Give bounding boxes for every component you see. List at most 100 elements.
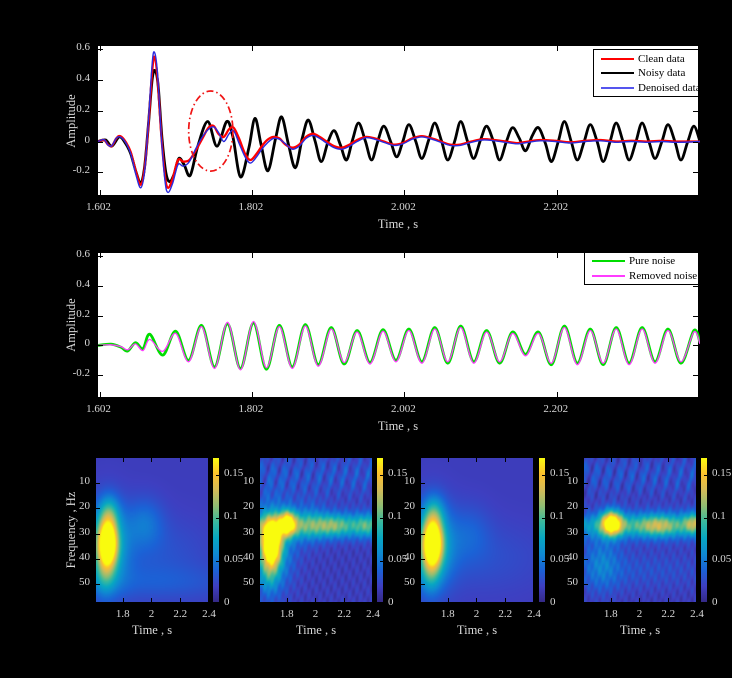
legend-item: Noisy data <box>594 67 698 79</box>
x-tick-label: 2 <box>313 608 319 621</box>
x-axis-label-time-scalogram: Time , s <box>620 623 660 638</box>
colorbar-tick-label: 0.05 <box>712 553 731 566</box>
x-tick-mark <box>151 598 152 602</box>
x-tick-label: 1.8 <box>604 608 618 621</box>
y-tick-label: 20 <box>79 500 90 513</box>
x-tick-label: 1.802 <box>239 403 264 416</box>
y-tick-mark <box>584 534 588 535</box>
colorbar-tick-label: 0.1 <box>224 510 238 523</box>
y-tick-mark <box>421 508 425 509</box>
y-tick-label: 0.6 <box>76 248 90 261</box>
colorbar-tick-mark <box>704 475 707 476</box>
x-tick-mark <box>344 598 345 602</box>
x-tick-mark <box>476 458 477 462</box>
y-tick-mark <box>693 142 698 143</box>
x-tick-label: 2 <box>637 608 643 621</box>
x-tick-mark <box>557 253 558 258</box>
y-tick-mark <box>693 375 698 376</box>
x-tick-mark <box>252 190 253 195</box>
x-tick-mark <box>287 598 288 602</box>
y-tick-label: 30 <box>567 526 578 539</box>
colorbar-tick-mark <box>216 603 219 604</box>
x-tick-mark <box>209 458 210 462</box>
colorbar-tick-mark <box>704 518 707 519</box>
scalogram-image <box>421 458 533 602</box>
y-tick-label: 10 <box>404 475 415 488</box>
y-tick-mark <box>693 316 698 317</box>
x-tick-label: 2.2 <box>498 608 512 621</box>
x-tick-mark <box>639 598 640 602</box>
y-tick-mark <box>693 286 698 287</box>
y-tick-label: 10 <box>243 475 254 488</box>
y-tick-label: 30 <box>243 526 254 539</box>
x-tick-mark <box>404 253 405 258</box>
legend-line-sample <box>601 87 634 89</box>
y-tick-mark <box>260 584 264 585</box>
colorbar <box>376 457 384 603</box>
y-tick-label: 0 <box>85 134 91 147</box>
x-axis-label-time-scalogram: Time , s <box>457 623 497 638</box>
x-tick-label: 1.802 <box>239 201 264 214</box>
legend-noise: Pure noiseRemoved noise <box>584 252 699 285</box>
x-tick-label: 2 <box>149 608 155 621</box>
y-tick-label: 10 <box>79 475 90 488</box>
y-tick-mark <box>96 483 100 484</box>
y-tick-mark <box>421 483 425 484</box>
colorbar-tick-label: 0.05 <box>224 553 243 566</box>
y-tick-label: 20 <box>404 500 415 513</box>
y-tick-mark <box>584 508 588 509</box>
x-tick-mark <box>252 253 253 258</box>
y-tick-label: 0.4 <box>76 278 90 291</box>
colorbar <box>700 457 708 603</box>
x-tick-mark <box>639 458 640 462</box>
colorbar-tick-label: 0 <box>550 596 556 609</box>
legend-label: Pure noise <box>629 255 675 267</box>
x-axis-label-time-top: Time , s <box>378 217 418 232</box>
y-tick-mark <box>421 534 425 535</box>
x-tick-mark <box>123 598 124 602</box>
x-tick-label: 2.002 <box>391 403 416 416</box>
x-tick-mark <box>315 598 316 602</box>
legend-line-sample <box>592 275 625 277</box>
x-tick-mark <box>373 458 374 462</box>
y-tick-mark <box>98 49 103 50</box>
scalogram-image <box>584 458 696 602</box>
y-tick-label: 0.2 <box>76 103 90 116</box>
x-tick-mark <box>611 458 612 462</box>
x-tick-mark <box>123 458 124 462</box>
colorbar-tick-mark <box>216 518 219 519</box>
x-tick-mark <box>404 46 405 51</box>
legend-denoising: Clean dataNoisy dataDenoised data <box>593 49 699 97</box>
legend-item: Pure noise <box>585 255 698 267</box>
x-axis-label-time-middle: Time , s <box>378 419 418 434</box>
x-tick-mark <box>151 458 152 462</box>
y-tick-label: -0.2 <box>73 367 90 380</box>
y-tick-label: 20 <box>243 500 254 513</box>
y-tick-mark <box>98 286 103 287</box>
y-tick-label: 40 <box>79 551 90 564</box>
legend-item: Denoised data <box>594 82 698 94</box>
scalogram-plot-scalogram-removed-noise <box>583 457 697 603</box>
y-tick-mark <box>98 375 103 376</box>
x-tick-mark <box>697 458 698 462</box>
y-tick-mark <box>421 559 425 560</box>
y-tick-mark <box>584 559 588 560</box>
y-tick-mark <box>693 111 698 112</box>
y-tick-mark <box>584 584 588 585</box>
x-tick-mark <box>557 392 558 397</box>
y-tick-label: 0 <box>85 337 91 350</box>
x-tick-mark <box>344 458 345 462</box>
x-tick-label: 1.602 <box>86 403 111 416</box>
colorbar-tick-mark <box>216 561 219 562</box>
scalogram-plot-scalogram-noisy <box>259 457 373 603</box>
y-tick-label: 40 <box>404 551 415 564</box>
x-tick-label: 2.4 <box>202 608 216 621</box>
x-tick-label: 2.4 <box>690 608 704 621</box>
y-tick-mark <box>260 534 264 535</box>
y-tick-label: 0.4 <box>76 72 90 85</box>
y-tick-mark <box>98 172 103 173</box>
legend-label: Noisy data <box>638 67 685 79</box>
y-tick-label: 30 <box>79 526 90 539</box>
y-tick-label: 40 <box>567 551 578 564</box>
x-tick-mark <box>252 392 253 397</box>
